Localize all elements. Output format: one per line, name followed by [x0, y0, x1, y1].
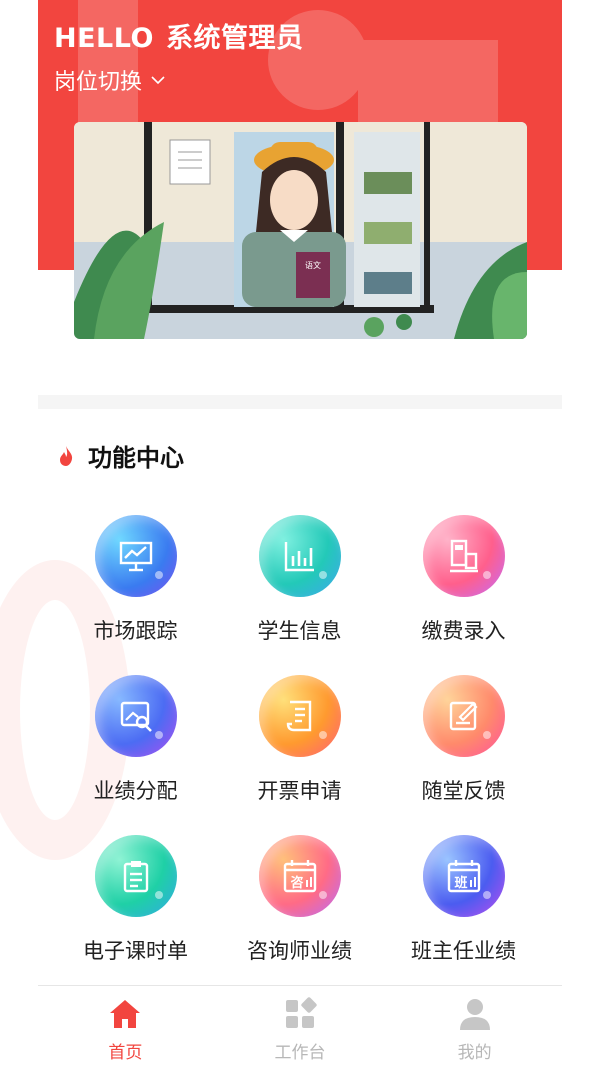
- section-title: 功能中心: [88, 444, 184, 472]
- chevron-down-icon: [151, 76, 165, 85]
- function-label: 电子课时单: [83, 939, 188, 963]
- function-head-teacher-performance[interactable]: 班 班主任业绩: [376, 835, 551, 985]
- greeting: HELLO 系统管理员: [54, 16, 303, 55]
- function-label: 班主任业绩: [411, 939, 516, 963]
- tab-label: 我的: [457, 1043, 492, 1063]
- function-label: 学生信息: [257, 619, 342, 643]
- pos-terminal-icon: [422, 515, 505, 597]
- function-electronic-timesheet[interactable]: 电子课时单: [48, 835, 223, 985]
- function-student-info[interactable]: 学生信息: [212, 515, 387, 665]
- tab-label: 工作台: [274, 1043, 326, 1063]
- workbench-icon: [286, 997, 317, 1028]
- home-icon: [110, 1000, 141, 1028]
- function-label: 业绩分配: [93, 779, 178, 803]
- function-invoice-request[interactable]: 开票申请: [212, 675, 387, 825]
- function-payment-entry[interactable]: 缴费录入: [376, 515, 551, 665]
- presentation-chart-icon: [94, 515, 177, 597]
- consult-glyph: 咨: [290, 875, 303, 891]
- image-search-icon: [94, 675, 177, 757]
- function-label: 随堂反馈: [421, 779, 506, 803]
- function-market-tracking[interactable]: 市场跟踪: [48, 515, 223, 665]
- flame-icon: [60, 445, 73, 466]
- calendar-consult-icon: 咨: [258, 835, 341, 917]
- greeting-word: HELLO: [54, 23, 154, 54]
- teacher-illustration: 语文: [74, 122, 527, 339]
- function-consultant-performance[interactable]: 咨 咨询师业绩: [212, 835, 387, 985]
- tab-home[interactable]: 首页: [38, 986, 213, 1067]
- tab-profile[interactable]: 我的: [387, 986, 562, 1067]
- teacher-banner[interactable]: 语文: [74, 122, 527, 339]
- tab-label: 首页: [108, 1043, 143, 1063]
- bottom-tab-bar: 首页 工作台 我的: [38, 985, 562, 1067]
- book-label: 语文: [305, 260, 321, 270]
- tab-workbench[interactable]: 工作台: [213, 986, 388, 1067]
- section-divider: [38, 395, 562, 409]
- function-label: 开票申请: [257, 779, 342, 803]
- edit-note-icon: [422, 675, 505, 757]
- clipboard-list-icon: [94, 835, 177, 917]
- user-icon: [459, 999, 490, 1030]
- app-screen: HELLO 系统管理员 岗位切换 语文 功能中心 市场跟踪 学生信息 缴费录入 …: [0, 0, 600, 1067]
- bar-chart-icon: [258, 515, 341, 597]
- role-switch[interactable]: 岗位切换: [54, 64, 166, 96]
- role-switch-label: 岗位切换: [54, 70, 143, 95]
- user-role: 系统管理员: [165, 23, 304, 54]
- function-label: 市场跟踪: [93, 619, 178, 643]
- section-header: 功能中心: [58, 438, 184, 473]
- function-class-feedback[interactable]: 随堂反馈: [376, 675, 551, 825]
- receipt-icon: [258, 675, 341, 757]
- calendar-class-icon: 班: [422, 835, 505, 917]
- class-glyph: 班: [454, 875, 467, 891]
- function-label: 缴费录入: [421, 619, 506, 643]
- function-label: 咨询师业绩: [247, 939, 352, 963]
- function-performance-allocation[interactable]: 业绩分配: [48, 675, 223, 825]
